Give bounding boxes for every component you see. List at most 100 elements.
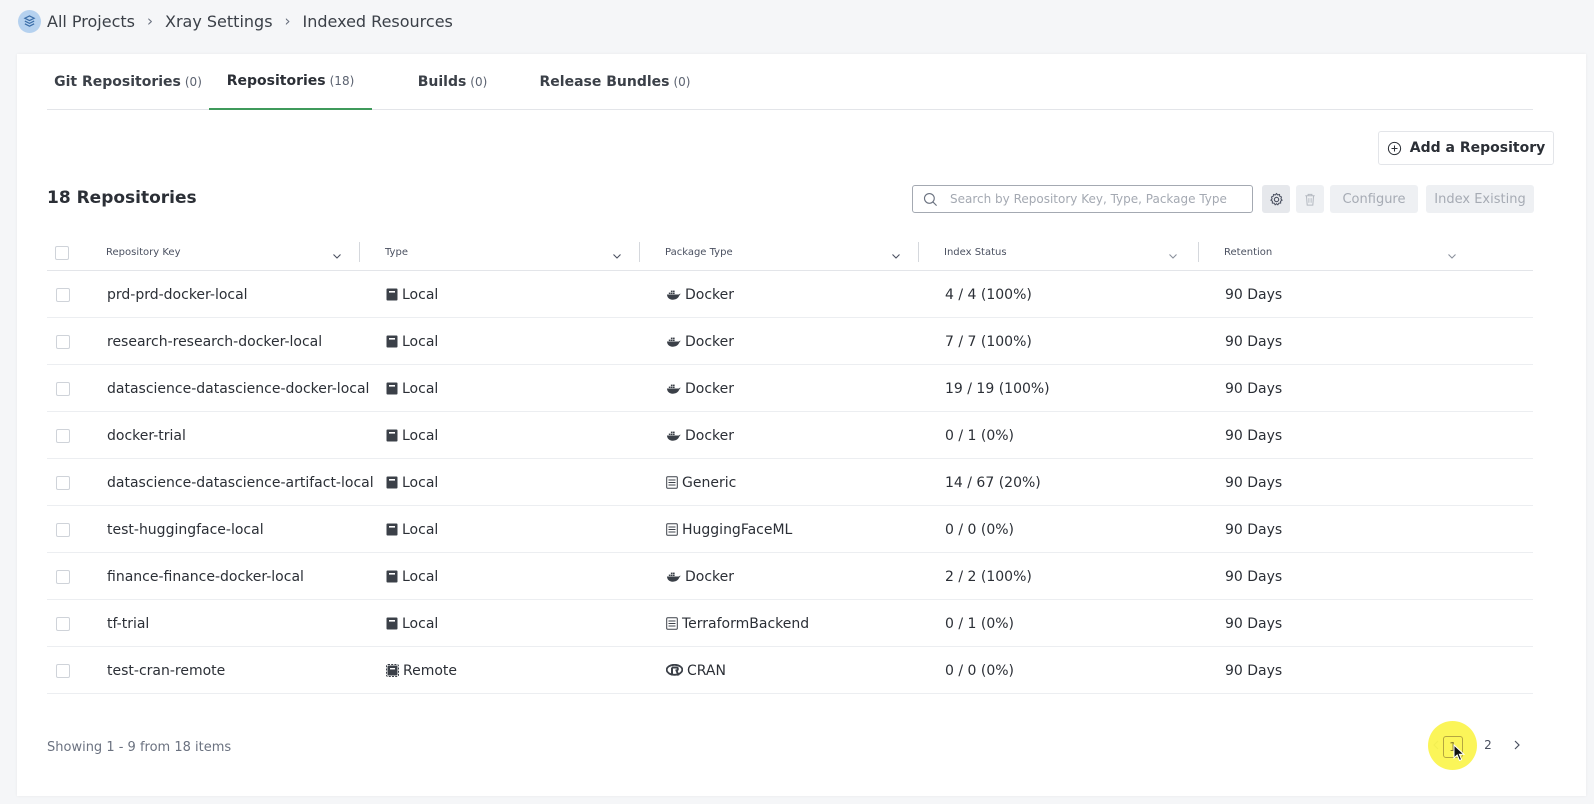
search-input[interactable] (950, 192, 1240, 206)
resource-tabs: Git Repositories (0) Repositories (18) B… (47, 54, 1533, 110)
row-checkbox[interactable] (56, 412, 70, 459)
configure-button[interactable]: Configure (1330, 185, 1418, 213)
breadcrumb-indexed-resources: Indexed Resources (302, 11, 453, 31)
retention-cell: 90 Days (1225, 521, 1283, 538)
column-header-repository-key[interactable]: Repository Key (106, 234, 180, 271)
table-row[interactable]: docker-trial Local Docker 0 / 1 (0%) 90 Days (47, 412, 1533, 459)
local-repo-icon (386, 429, 398, 442)
generic-icon (666, 476, 678, 489)
tab-repositories[interactable]: Repositories (18) (209, 54, 372, 110)
table-row[interactable]: prd-prd-docker-local Local Docker 4 / 4 (10… (47, 271, 1533, 318)
breadcrumb-xray-settings[interactable]: Xray Settings (165, 12, 273, 31)
row-checkbox[interactable] (56, 318, 70, 365)
row-checkbox[interactable] (56, 600, 70, 647)
column-header-index-status[interactable]: Index Status (944, 234, 1007, 271)
docker-icon (666, 289, 681, 301)
package-type-label: CRAN (687, 662, 726, 679)
type-cell: Local (386, 271, 438, 318)
package-type-cell: HuggingFaceML (666, 506, 792, 553)
column-header-package-type[interactable]: Package Type (665, 234, 733, 271)
search-icon (923, 192, 938, 207)
docker-icon (666, 430, 681, 442)
delete-button[interactable] (1296, 185, 1324, 213)
row-checkbox[interactable] (56, 365, 70, 412)
table-row[interactable]: finance-finance-docker-local Local Docker 2… (47, 553, 1533, 600)
package-type-cell: Docker (666, 412, 734, 459)
index-existing-button[interactable]: Index Existing (1426, 185, 1534, 213)
tab-release-bundles[interactable]: Release Bundles (0) (535, 54, 695, 110)
local-repo-icon (386, 570, 398, 583)
repository-key-cell[interactable]: test-cran-remote (107, 647, 225, 694)
chevron-down-icon[interactable] (332, 246, 342, 265)
column-header-retention[interactable]: Retention (1224, 234, 1272, 271)
docker-icon (666, 336, 681, 348)
index-status-cell: 4 / 4 (100%) (945, 286, 1032, 303)
settings-button[interactable] (1262, 185, 1290, 213)
type-label: Local (402, 427, 439, 444)
row-checkbox[interactable] (56, 553, 70, 600)
package-type-cell: Docker (666, 365, 734, 412)
row-checkbox[interactable] (56, 271, 70, 318)
type-cell: Local (386, 318, 438, 365)
remote-repo-icon (386, 664, 399, 677)
breadcrumb-all-projects[interactable]: All Projects (47, 12, 135, 31)
local-repo-icon (386, 382, 398, 395)
tab-count: (0) (184, 75, 202, 89)
mouse-cursor-icon (1453, 743, 1466, 766)
package-type-label: Docker (685, 568, 735, 585)
chevron-down-icon[interactable] (1447, 246, 1457, 265)
table-row[interactable]: test-cran-remote Remote CRAN 0 / 0 (0%) 90 D… (47, 647, 1533, 694)
repository-key-cell[interactable]: finance-finance-docker-local (107, 553, 304, 600)
plus-circle-icon (1387, 141, 1402, 156)
breadcrumb: All Projects › Xray Settings › Indexed R… (18, 9, 453, 33)
chevron-down-icon[interactable] (1168, 246, 1178, 265)
pagination-summary: Showing 1 - 9 from 18 items (47, 740, 232, 755)
repository-key-cell[interactable]: research-research-docker-local (107, 318, 322, 365)
next-page-button[interactable] (1509, 732, 1525, 758)
type-label: Local (402, 474, 439, 491)
docker-icon (666, 571, 681, 583)
row-checkbox[interactable] (56, 506, 70, 553)
index-status-cell: 0 / 1 (0%) (945, 615, 1015, 632)
type-label: Local (402, 333, 439, 350)
chevron-right-icon (1513, 740, 1521, 750)
tab-builds[interactable]: Builds (0) (387, 54, 518, 110)
row-checkbox[interactable] (56, 647, 70, 694)
retention-cell: 90 Days (1225, 474, 1283, 491)
retention-cell: 90 Days (1225, 380, 1283, 397)
package-type-label: Docker (685, 427, 735, 444)
column-header-type[interactable]: Type (385, 234, 408, 271)
tab-git-repositories[interactable]: Git Repositories (0) (47, 54, 209, 110)
repository-key-cell[interactable]: datascience-datascience-artifact-local (107, 459, 374, 506)
select-all-checkbox[interactable] (55, 234, 69, 271)
repository-key-cell[interactable]: datascience-datascience-docker-local (107, 365, 369, 412)
tab-count: (0) (470, 75, 488, 89)
package-type-cell: Docker (666, 318, 734, 365)
tab-label: Release Bundles (539, 74, 670, 90)
repository-key-cell[interactable]: test-huggingface-local (107, 506, 264, 553)
table-row[interactable]: tf-trial Local TerraformBackend 0 / 1 (0%) 9… (47, 600, 1533, 647)
repository-key-cell[interactable]: tf-trial (107, 600, 149, 647)
tab-count: (0) (673, 75, 691, 89)
retention-cell: 90 Days (1225, 286, 1283, 303)
row-checkbox[interactable] (56, 459, 70, 506)
package-type-label: Docker (685, 286, 735, 303)
type-cell: Local (386, 365, 438, 412)
tab-label: Git Repositories (54, 74, 181, 90)
chevron-down-icon[interactable] (891, 246, 901, 265)
table-row[interactable]: datascience-datascience-docker-local Loca… (47, 365, 1533, 412)
local-repo-icon (386, 476, 398, 489)
index-status-cell: 0 / 1 (0%) (945, 427, 1015, 444)
package-type-cell: Docker (666, 553, 734, 600)
index-status-cell: 0 / 0 (0%) (945, 521, 1015, 538)
page-2-button[interactable]: 2 (1479, 732, 1497, 758)
repository-key-cell[interactable]: prd-prd-docker-local (107, 271, 248, 318)
table-row[interactable]: datascience-datascience-artifact-local Lo… (47, 459, 1533, 506)
table-row[interactable]: research-research-docker-local Local Docke… (47, 318, 1533, 365)
table-row[interactable]: test-huggingface-local Local HuggingFaceML… (47, 506, 1533, 553)
type-cell: Local (386, 459, 438, 506)
chevron-down-icon[interactable] (612, 246, 622, 265)
tab-label: Repositories (226, 73, 326, 89)
repository-key-cell[interactable]: docker-trial (107, 412, 186, 459)
add-repository-button[interactable]: Add a Repository (1378, 131, 1554, 165)
